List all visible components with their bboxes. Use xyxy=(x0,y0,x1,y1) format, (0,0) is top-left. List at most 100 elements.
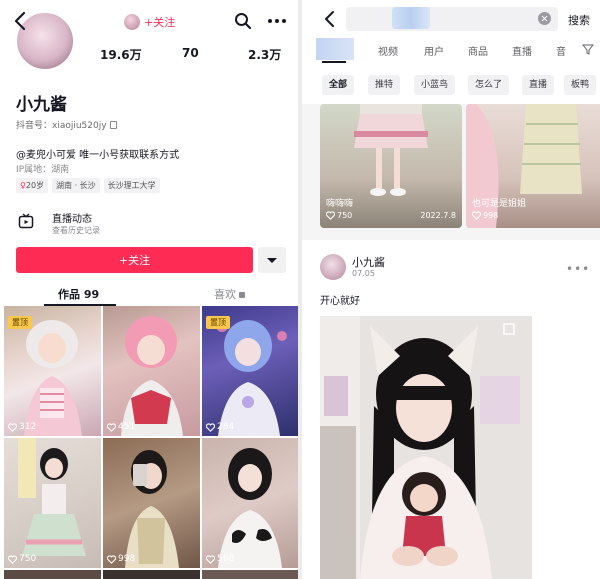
video-likes: 750 xyxy=(8,554,36,564)
video-thumbnail[interactable]: 568 xyxy=(202,438,298,568)
profile-tags: ♀20岁 湖南 · 长沙 长沙理工大学 xyxy=(16,178,160,193)
heart-icon xyxy=(326,211,335,220)
video-likes-count: 451 xyxy=(118,422,136,432)
tab-music[interactable]: 音 xyxy=(556,43,566,58)
thumb-art xyxy=(218,448,282,568)
video-grid: 置顶 312 451 置顶 284 750 998 568 xyxy=(4,306,298,579)
more-icon[interactable]: ••• xyxy=(566,262,590,276)
tab-users[interactable]: 用户 xyxy=(424,43,444,58)
card-art xyxy=(354,104,428,196)
video-likes-count: 284 xyxy=(217,422,235,432)
profile-uid: 抖音号：xiaojiu520jy xyxy=(16,118,117,131)
clear-icon[interactable] xyxy=(538,12,551,25)
chip-twitter[interactable]: 推特 xyxy=(368,75,401,95)
search-topbar: 搜索 xyxy=(302,0,600,38)
live-history-row[interactable]: 直播动态 查看历史记录 xyxy=(16,208,276,238)
topbar-follow-button[interactable]: +关注 xyxy=(144,14,175,30)
post-author-name[interactable]: 小九酱 xyxy=(352,254,385,270)
tab-products[interactable]: 商品 xyxy=(468,43,488,58)
profile-bio: @麦兜小可爱 唯一小号获取联系方式 xyxy=(16,150,180,161)
tag-age: ♀20岁 xyxy=(16,178,49,193)
profile-uid-text: 抖音号：xiaojiu520jy xyxy=(16,121,107,131)
tab-likes-label: 喜欢 xyxy=(214,288,236,301)
video-thumbnail[interactable]: 451 xyxy=(103,306,200,436)
video-likes: 451 xyxy=(107,422,135,432)
card-title: 也可是是姐姐 xyxy=(472,199,527,209)
tab-indicator xyxy=(322,61,346,63)
video-result-card[interactable]: 也可是是姐姐 998 xyxy=(466,104,600,228)
video-likes: 284 xyxy=(206,422,234,432)
follow-button[interactable]: +关注 xyxy=(16,247,253,273)
search-query-redacted xyxy=(392,7,430,29)
tab-comprehensive-redacted[interactable] xyxy=(316,38,354,60)
heart-icon xyxy=(107,554,116,564)
heart-icon xyxy=(8,422,17,432)
video-likes: 312 xyxy=(8,422,36,432)
video-thumbnail[interactable]: 置顶 284 xyxy=(202,306,298,436)
video-likes-count: 312 xyxy=(19,422,37,432)
search-input[interactable] xyxy=(346,7,558,31)
chip-all[interactable]: 全部 xyxy=(322,75,355,95)
video-thumbnail[interactable]: 750 xyxy=(4,438,101,568)
video-likes-count: 998 xyxy=(118,554,136,564)
back-icon[interactable] xyxy=(320,9,340,29)
video-likes-count: 568 xyxy=(217,554,235,564)
video-likes-count: 750 xyxy=(19,554,37,564)
heart-icon xyxy=(107,422,116,432)
more-options-dropdown[interactable] xyxy=(258,247,286,273)
post-avatar[interactable] xyxy=(320,254,346,280)
tab-works[interactable]: 作品 99 xyxy=(58,286,99,302)
card-likes: 750 xyxy=(326,211,352,220)
more-icon[interactable] xyxy=(266,11,288,31)
tag-school[interactable]: 长沙理工大学 xyxy=(103,178,160,193)
tv-icon xyxy=(18,213,34,229)
post-image[interactable] xyxy=(320,316,532,579)
heart-icon xyxy=(8,554,17,564)
card-art xyxy=(466,104,582,228)
stat-following: 70 xyxy=(182,46,199,60)
card-title: 嗨嗨嗨 xyxy=(326,199,354,209)
tab-likes[interactable]: 喜欢 xyxy=(214,286,245,302)
post-result[interactable]: 小九酱 07.05 ••• 开心就好 xyxy=(302,240,600,579)
card-date: 2022.7.8 xyxy=(420,211,456,220)
heart-icon xyxy=(206,554,215,564)
chip-bluebird[interactable]: 小蓝鸟 xyxy=(414,75,456,95)
video-thumbnail[interactable] xyxy=(202,570,298,579)
post-art xyxy=(320,316,532,579)
card-likes: 998 xyxy=(472,211,498,220)
post-date: 07.05 xyxy=(352,269,375,278)
search-icon[interactable] xyxy=(233,11,253,31)
video-thumbnail[interactable]: 置顶 312 xyxy=(4,306,101,436)
tab-video[interactable]: 视频 xyxy=(378,43,398,58)
tag-location: 湖南 · 长沙 xyxy=(52,178,100,193)
card-likes-count: 750 xyxy=(337,211,353,220)
chip-banya[interactable]: 板鸭 xyxy=(564,75,597,95)
thumb-art xyxy=(125,450,179,568)
search-button[interactable]: 搜索 xyxy=(568,12,590,28)
filter-icon[interactable] xyxy=(582,43,594,55)
video-thumbnail[interactable] xyxy=(103,570,200,579)
search-screen: 搜索 视频 用户 商品 直播 音 全部 推特 小蓝鸟 怎么了 直播 板鸭 嗨嗨嗨 xyxy=(302,0,600,579)
tab-live[interactable]: 直播 xyxy=(512,43,532,58)
profile-name: 小九酱 xyxy=(16,95,67,115)
video-thumbnail[interactable] xyxy=(4,570,101,579)
pinned-badge: 置顶 xyxy=(8,316,32,329)
back-icon[interactable] xyxy=(10,10,32,32)
filter-chips: 全部 推特 小蓝鸟 怎么了 直播 板鸭 xyxy=(302,64,600,104)
chip-live[interactable]: 直播 xyxy=(522,75,555,95)
live-title: 直播动态 xyxy=(52,214,92,225)
video-likes: 998 xyxy=(107,554,135,564)
video-likes: 568 xyxy=(206,554,234,564)
profile-tabs: 作品 99 喜欢 xyxy=(0,282,298,306)
thumb-art xyxy=(18,438,86,556)
tag-age-label: 20岁 xyxy=(25,181,45,190)
video-thumbnail[interactable]: 998 xyxy=(103,438,200,568)
thumb-art xyxy=(121,316,183,436)
profile-ip: IP属地：湖南 xyxy=(16,165,70,175)
chip-whats-up[interactable]: 怎么了 xyxy=(468,75,510,95)
copy-icon[interactable] xyxy=(109,121,117,129)
video-result-card[interactable]: 嗨嗨嗨 750 2022.7.8 xyxy=(320,104,462,228)
post-text: 开心就好 xyxy=(320,296,360,307)
profile-topbar: +关注 xyxy=(0,8,298,36)
profile-screen: +关注 19.6万 70 2.3万 小九酱 抖音号：xiaojiu520jy @… xyxy=(0,0,298,579)
